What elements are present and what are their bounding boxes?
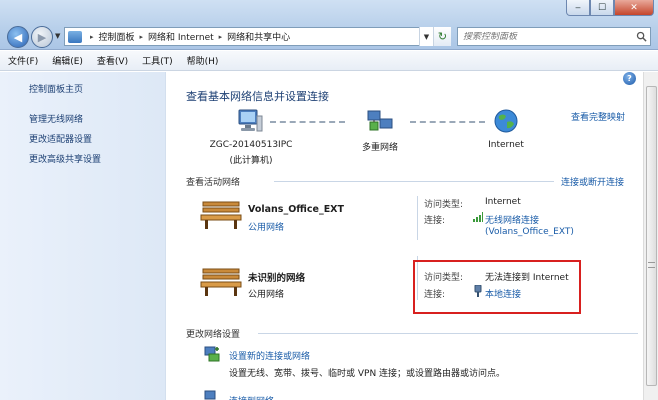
close-button[interactable]: ✕ (614, 0, 654, 16)
connection-label: 连接: (424, 290, 446, 300)
refresh-icon: ↻ (437, 30, 448, 43)
forward-arrow-icon: ▶ (37, 30, 47, 44)
section-divider (274, 181, 554, 182)
back-arrow-icon: ◀ (13, 30, 23, 44)
view-full-map-link[interactable]: 查看完整映射 (571, 110, 625, 123)
chevron-down-icon: ▼ (55, 32, 61, 40)
network-name: 未识别的网络 (248, 273, 306, 284)
menu-help[interactable]: 帮助(H) (187, 54, 219, 67)
section-divider (258, 333, 638, 334)
public-network-bench-icon (200, 268, 242, 296)
control-panel-icon (68, 30, 82, 43)
computer-node: ZGC-20140513IPC (此计算机) (206, 140, 296, 166)
network-type-link[interactable]: 公用网络 (248, 220, 284, 233)
search-input[interactable] (463, 31, 633, 42)
scrollbar-thumb[interactable] (646, 86, 657, 386)
refresh-button[interactable]: ↻ (433, 27, 451, 46)
sidebar-manage-wireless[interactable]: 管理无线网络 (29, 112, 83, 125)
public-network-bench-icon (200, 201, 242, 229)
minimize-button[interactable]: ‒ (566, 0, 590, 16)
new-connection-icon (204, 346, 220, 362)
back-button[interactable]: ◀ (7, 26, 29, 48)
computer-icon (238, 109, 263, 132)
menu-file[interactable]: 文件(F) (8, 54, 38, 67)
address-bar[interactable]: ▸ 控制面板 ▸ 网络和 Internet ▸ 网络和共享中心 (64, 27, 451, 46)
access-type-label: 访问类型: (424, 200, 464, 210)
wifi-signal-icon (473, 212, 483, 222)
breadcrumb-separator[interactable]: ▸ (219, 33, 223, 41)
multiple-networks-node: 多重网络 (361, 143, 398, 153)
menu-view[interactable]: 查看(V) (97, 54, 128, 67)
help-icon: ? (627, 74, 632, 83)
access-type-label: 访问类型: (424, 273, 464, 283)
access-type-value: 无法连接到 Internet (485, 273, 569, 283)
connect-network-icon (204, 390, 216, 400)
breadcrumb-network-sharing[interactable]: 网络和共享中心 (227, 30, 290, 43)
active-networks-title: 查看活动网络 (186, 178, 241, 188)
multiple-networks-icon (367, 110, 393, 131)
vertical-scrollbar[interactable] (643, 72, 658, 400)
breadcrumb-separator[interactable]: ▸ (90, 33, 94, 41)
menu-edit[interactable]: 编辑(E) (52, 54, 83, 67)
computer-sub: (此计算机) (229, 156, 273, 166)
map-connector (270, 121, 345, 123)
setup-new-connection-link[interactable]: 设置新的连接或网络 (229, 349, 310, 362)
sidebar: 控制面板主页 管理无线网络 更改适配器设置 更改高级共享设置 (0, 72, 166, 400)
connect-disconnect-link[interactable]: 连接或断开连接 (561, 175, 624, 188)
computer-name: ZGC-20140513IPC (209, 140, 293, 150)
sidebar-advanced-sharing[interactable]: 更改高级共享设置 (29, 152, 101, 165)
breadcrumb-network-internet[interactable]: 网络和 Internet (148, 30, 214, 43)
forward-button[interactable]: ▶ (31, 26, 53, 48)
sidebar-control-panel-home[interactable]: 控制面板主页 (29, 82, 83, 95)
sidebar-change-adapter[interactable]: 更改适配器设置 (29, 132, 92, 145)
network-name: Volans_Office_EXT (248, 204, 344, 215)
connect-to-network-link[interactable]: 连接到网络 (229, 394, 274, 400)
column-divider (417, 196, 418, 240)
page-title: 查看基本网络信息并设置连接 (186, 90, 329, 103)
access-type-value: Internet (485, 197, 521, 207)
menu-tools[interactable]: 工具(T) (142, 54, 173, 67)
window-controls: ‒ ☐ ✕ (566, 0, 654, 16)
local-connection-link[interactable]: 本地连接 (485, 287, 521, 300)
wireless-connection-link[interactable]: 无线网络连接 (485, 213, 539, 226)
maximize-button[interactable]: ☐ (590, 0, 614, 16)
recent-pages-dropdown[interactable]: ▼ (55, 32, 60, 40)
help-button[interactable]: ? (623, 72, 636, 85)
breadcrumb-control-panel[interactable]: 控制面板 (99, 30, 135, 43)
search-box[interactable] (457, 27, 651, 46)
network-type: 公用网络 (248, 290, 285, 300)
menu-bar: 文件(F) 编辑(E) 查看(V) 工具(T) 帮助(H) (0, 51, 658, 71)
address-dropdown[interactable]: ▼ (419, 27, 433, 46)
wireless-ssid-link[interactable]: (Volans_Office_EXT) (485, 227, 574, 237)
ethernet-plug-icon (474, 285, 482, 297)
scrollbar-grip (648, 262, 655, 268)
change-settings-title: 更改网络设置 (186, 330, 241, 340)
chevron-down-icon: ▼ (423, 32, 430, 41)
setup-new-connection-desc: 设置无线、宽带、拨号、临时或 VPN 连接；或设置路由器或访问点。 (229, 369, 506, 379)
search-icon[interactable] (636, 31, 647, 42)
connection-label: 连接: (424, 216, 446, 226)
internet-node: Internet (488, 140, 524, 150)
internet-globe-icon (494, 109, 518, 133)
breadcrumb-separator[interactable]: ▸ (140, 33, 144, 41)
map-connector (410, 121, 485, 123)
